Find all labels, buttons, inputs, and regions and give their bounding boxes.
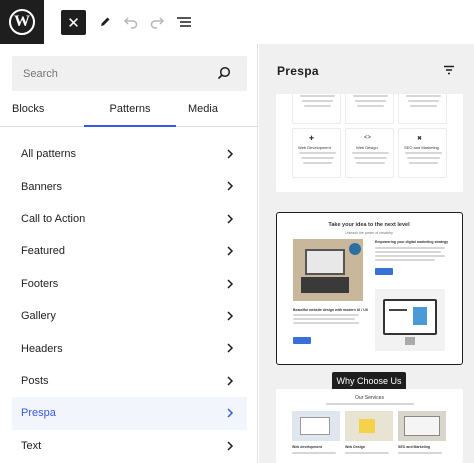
- chevron-right-icon: [227, 214, 234, 224]
- tools-button[interactable]: [93, 10, 117, 34]
- close-inserter-button[interactable]: ✕: [61, 10, 86, 35]
- category-label: Prespa: [21, 407, 56, 420]
- pattern-button: [375, 268, 393, 275]
- redo-icon: [150, 17, 164, 29]
- service-image: [292, 411, 340, 441]
- tab-blocks[interactable]: Blocks: [12, 101, 44, 127]
- laptop-image: [293, 239, 363, 301]
- tools-icon: ✖: [417, 136, 423, 142]
- service-box: ✚ Web Development: [292, 128, 341, 178]
- service-title: SEO and Marketing: [398, 445, 431, 449]
- search-icon[interactable]: [217, 66, 231, 80]
- pattern-preview-card-selected[interactable]: Take your idea to the next level Unleash…: [276, 212, 463, 365]
- pattern-heading: Our Services: [355, 395, 384, 401]
- pattern-preview-card[interactable]: Our Services Web development Web Design …: [276, 389, 463, 463]
- chevron-right-icon: [227, 279, 234, 289]
- close-icon: ✕: [67, 14, 80, 32]
- list-view-button[interactable]: [172, 10, 196, 34]
- service-box: <> Web Design: [345, 128, 394, 178]
- code-icon: <>: [364, 135, 372, 141]
- redo-button[interactable]: [145, 10, 169, 34]
- category-prespa[interactable]: Prespa: [12, 397, 247, 430]
- category-label: Headers: [21, 342, 63, 355]
- category-call-to-action[interactable]: Call to Action: [12, 203, 247, 235]
- pencil-icon: [101, 17, 110, 26]
- category-title: Prespa: [277, 64, 319, 78]
- inserter-panel: Blocks Patterns Media All patterns Banne…: [0, 44, 258, 463]
- category-footers[interactable]: Footers: [12, 268, 247, 300]
- tab-label: Media: [188, 103, 218, 115]
- category-label: Call to Action: [21, 212, 86, 225]
- pattern-button: [293, 337, 311, 344]
- pattern-preview-panel: ✚ Web Development <> Web Design ✖ SEO an…: [259, 44, 474, 463]
- service-title: Web Design: [356, 145, 378, 150]
- undo-icon: [124, 17, 138, 29]
- category-all-patterns[interactable]: All patterns: [12, 138, 247, 170]
- service-image: [398, 411, 446, 441]
- tab-label: Patterns: [109, 103, 151, 115]
- wordpress-logo-button[interactable]: W: [0, 0, 44, 44]
- category-posts[interactable]: Posts: [12, 365, 247, 397]
- service-title: Web Development: [298, 145, 331, 150]
- pattern-tooltip: Why Choose Us: [332, 372, 406, 390]
- category-headers[interactable]: Headers: [12, 332, 247, 364]
- undo-button[interactable]: [119, 10, 143, 34]
- list-view-icon: [177, 17, 191, 27]
- filter-icon[interactable]: [443, 64, 455, 76]
- category-gallery[interactable]: Gallery: [12, 300, 247, 332]
- service-image: [345, 411, 393, 441]
- chevron-right-icon: [227, 311, 234, 321]
- category-featured[interactable]: Featured: [12, 235, 247, 267]
- tab-label: Blocks: [12, 103, 45, 115]
- category-label: Banners: [21, 180, 62, 193]
- pattern-category-list: All patterns Banners Call to Action Feat…: [12, 138, 247, 462]
- category-label: Gallery: [21, 310, 56, 323]
- service-title: Web Design: [345, 445, 365, 449]
- chevron-right-icon: [227, 440, 234, 451]
- category-label: Footers: [21, 277, 59, 290]
- search-box: [12, 56, 247, 91]
- pattern-text-b: Beautiful website design with modern UI …: [293, 308, 369, 312]
- chevron-right-icon: [227, 376, 234, 386]
- category-label: Posts: [21, 374, 49, 387]
- service-title: Web development: [292, 445, 322, 449]
- chevron-right-icon: [227, 408, 234, 418]
- category-text[interactable]: Text: [12, 430, 247, 462]
- category-label: All patterns: [21, 148, 77, 161]
- search-input[interactable]: [12, 56, 212, 91]
- tab-media[interactable]: Media: [188, 101, 218, 127]
- chevron-right-icon: [227, 149, 234, 159]
- tooltip-text: Why Choose Us: [336, 376, 402, 386]
- chevron-right-icon: [227, 181, 234, 191]
- tab-patterns[interactable]: Patterns: [84, 101, 176, 127]
- category-banners[interactable]: Banners: [12, 170, 247, 202]
- category-label: Featured: [21, 245, 66, 258]
- service-box: ✖ SEO and Marketing: [398, 128, 447, 178]
- pattern-heading: Take your idea to the next level: [328, 222, 410, 228]
- chevron-right-icon: [227, 343, 234, 353]
- wordpress-logo-icon: W: [9, 9, 35, 35]
- editor-toolbar: W ✕: [0, 0, 474, 44]
- person-icon: ✚: [309, 136, 315, 142]
- category-label: Text: [21, 439, 42, 452]
- chevron-right-icon: [227, 246, 234, 256]
- monitor-image: [375, 289, 445, 351]
- service-title: SEO and Marketing: [404, 145, 439, 150]
- pattern-subheading: Unleash the power of creativity: [345, 231, 393, 235]
- pattern-text-a: Empowering your digital marketing strate…: [375, 240, 449, 244]
- inserter-tabs: Blocks Patterns Media: [0, 101, 258, 127]
